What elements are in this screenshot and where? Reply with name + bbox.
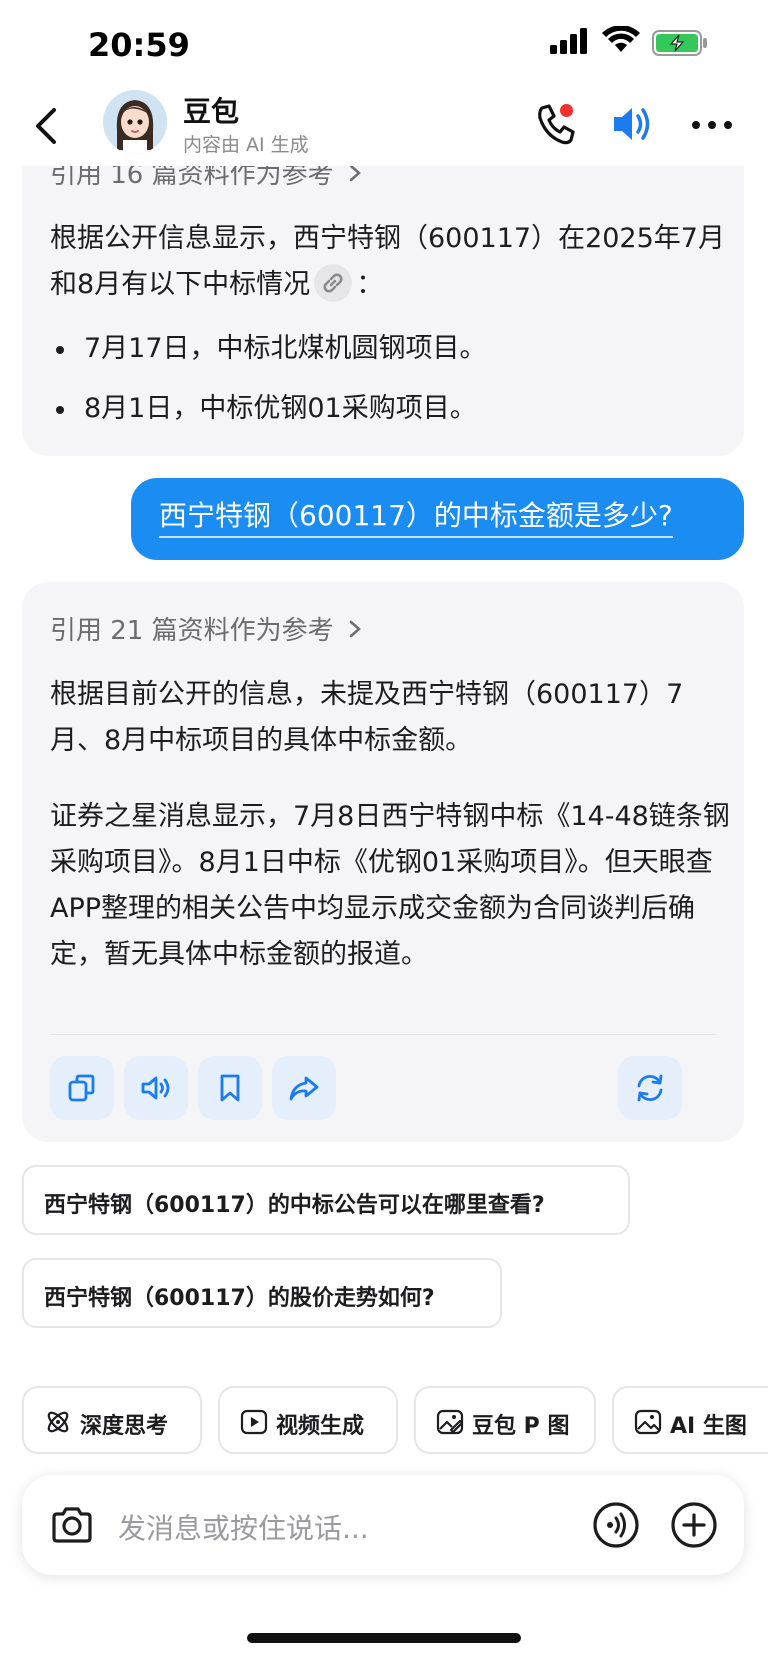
answer-colon: ： xyxy=(356,269,384,300)
ai-message: 引用 21 篇资料作为参考 根据目前公开的信息，未提及西宁特钢（600117）7… xyxy=(22,582,744,1142)
chat-title: 豆包 xyxy=(183,95,240,128)
reference-label: 引用 21 篇资料作为参考 xyxy=(50,616,334,646)
reference-link[interactable]: 引用 21 篇资料作为参考 xyxy=(50,610,362,647)
message-input[interactable]: 发消息或按住说话... xyxy=(118,1507,369,1547)
divider xyxy=(50,1034,716,1035)
ai-message: 引用 16 篇资料作为参考 根据公开信息显示，西宁特钢（600117）在2025… xyxy=(22,120,744,456)
link-icon xyxy=(323,272,343,293)
chevron-right-icon xyxy=(349,620,361,638)
status-time: 20:59 xyxy=(88,26,190,64)
quick-action-ai-image[interactable]: AI 生图 xyxy=(612,1386,768,1454)
regenerate-icon xyxy=(637,1074,663,1102)
suggestion-chip[interactable]: 西宁特钢（600117）的股价走势如何? xyxy=(22,1258,502,1328)
list-item: 8月1日，中标优钢01采购项目。 xyxy=(50,386,730,432)
answer-paragraph: 根据目前公开的信息，未提及西宁特钢（600117）7月、8月中标项目的具体中标金… xyxy=(50,679,684,756)
suggestion-chip[interactable]: 西宁特钢（600117）的中标公告可以在哪里查看? xyxy=(22,1165,630,1235)
bullet-list: 7月17日，中标北煤机圆钢项目。 8月1日，中标优钢01采购项目。 xyxy=(50,326,730,446)
avatar-illustration-icon xyxy=(103,90,167,154)
image-icon xyxy=(634,1409,662,1435)
answer-intro: 根据公开信息显示，西宁特钢（600117）在2025年7月和8月有以下中标情况 xyxy=(50,223,725,300)
back-chevron-icon[interactable] xyxy=(28,102,68,150)
read-aloud-button[interactable] xyxy=(124,1056,188,1120)
chip-label: 深度思考 xyxy=(80,1414,169,1439)
quick-action-image-edit[interactable]: 豆包 P 图 xyxy=(414,1386,596,1454)
chat-header: 豆包 内容由 AI 生成 xyxy=(0,90,768,166)
quick-action-video[interactable]: 视频生成 xyxy=(218,1386,398,1454)
share-button[interactable] xyxy=(272,1056,336,1120)
user-message-text: 西宁特钢（600117）的中标金额是多少? xyxy=(159,494,673,538)
avatar[interactable] xyxy=(103,90,167,154)
atom-icon xyxy=(47,1411,69,1433)
chip-label: 豆包 P 图 xyxy=(472,1414,570,1439)
chip-label: AI 生图 xyxy=(670,1414,747,1439)
plus-icon[interactable] xyxy=(670,1501,718,1549)
user-message[interactable]: 西宁特钢（600117）的中标金额是多少? xyxy=(131,478,744,560)
answer-paragraph: 根据公开信息显示，西宁特钢（600117）在2025年7月和8月有以下中标情况： xyxy=(50,216,730,308)
copy-icon xyxy=(68,1074,95,1102)
regenerate-button[interactable] xyxy=(618,1056,682,1120)
image-edit-icon xyxy=(436,1409,464,1435)
video-icon xyxy=(240,1409,268,1435)
status-bar: 20:59 xyxy=(0,0,768,90)
list-item: 7月17日，中标北煤机圆钢项目。 xyxy=(50,326,730,372)
answer-paragraph: 证券之星消息显示，7月8日西宁特钢中标《14-48链条钢采购项目》。8月1日中标… xyxy=(50,801,730,970)
wifi-icon xyxy=(602,26,640,52)
voice-input-icon[interactable] xyxy=(592,1501,640,1549)
source-link-chip[interactable] xyxy=(314,263,353,302)
notification-dot xyxy=(560,104,573,117)
bookmark-button[interactable] xyxy=(198,1056,262,1120)
quick-action-deep-think[interactable]: 深度思考 xyxy=(22,1386,202,1454)
home-indicator xyxy=(247,1633,521,1643)
chip-label: 视频生成 xyxy=(276,1414,365,1439)
more-icon[interactable] xyxy=(690,110,734,140)
message-composer: 发消息或按住说话... xyxy=(22,1475,744,1575)
signal-icon xyxy=(550,28,587,54)
speaker-icon[interactable] xyxy=(612,104,656,144)
read-aloud-icon xyxy=(141,1076,170,1100)
bookmark-icon xyxy=(220,1074,240,1102)
copy-button[interactable] xyxy=(50,1056,114,1120)
camera-icon[interactable] xyxy=(50,1505,94,1545)
chat-subtitle: 内容由 AI 生成 xyxy=(183,134,309,156)
share-icon xyxy=(289,1076,319,1101)
chevron-right-icon xyxy=(349,164,361,182)
battery-icon xyxy=(652,30,707,56)
